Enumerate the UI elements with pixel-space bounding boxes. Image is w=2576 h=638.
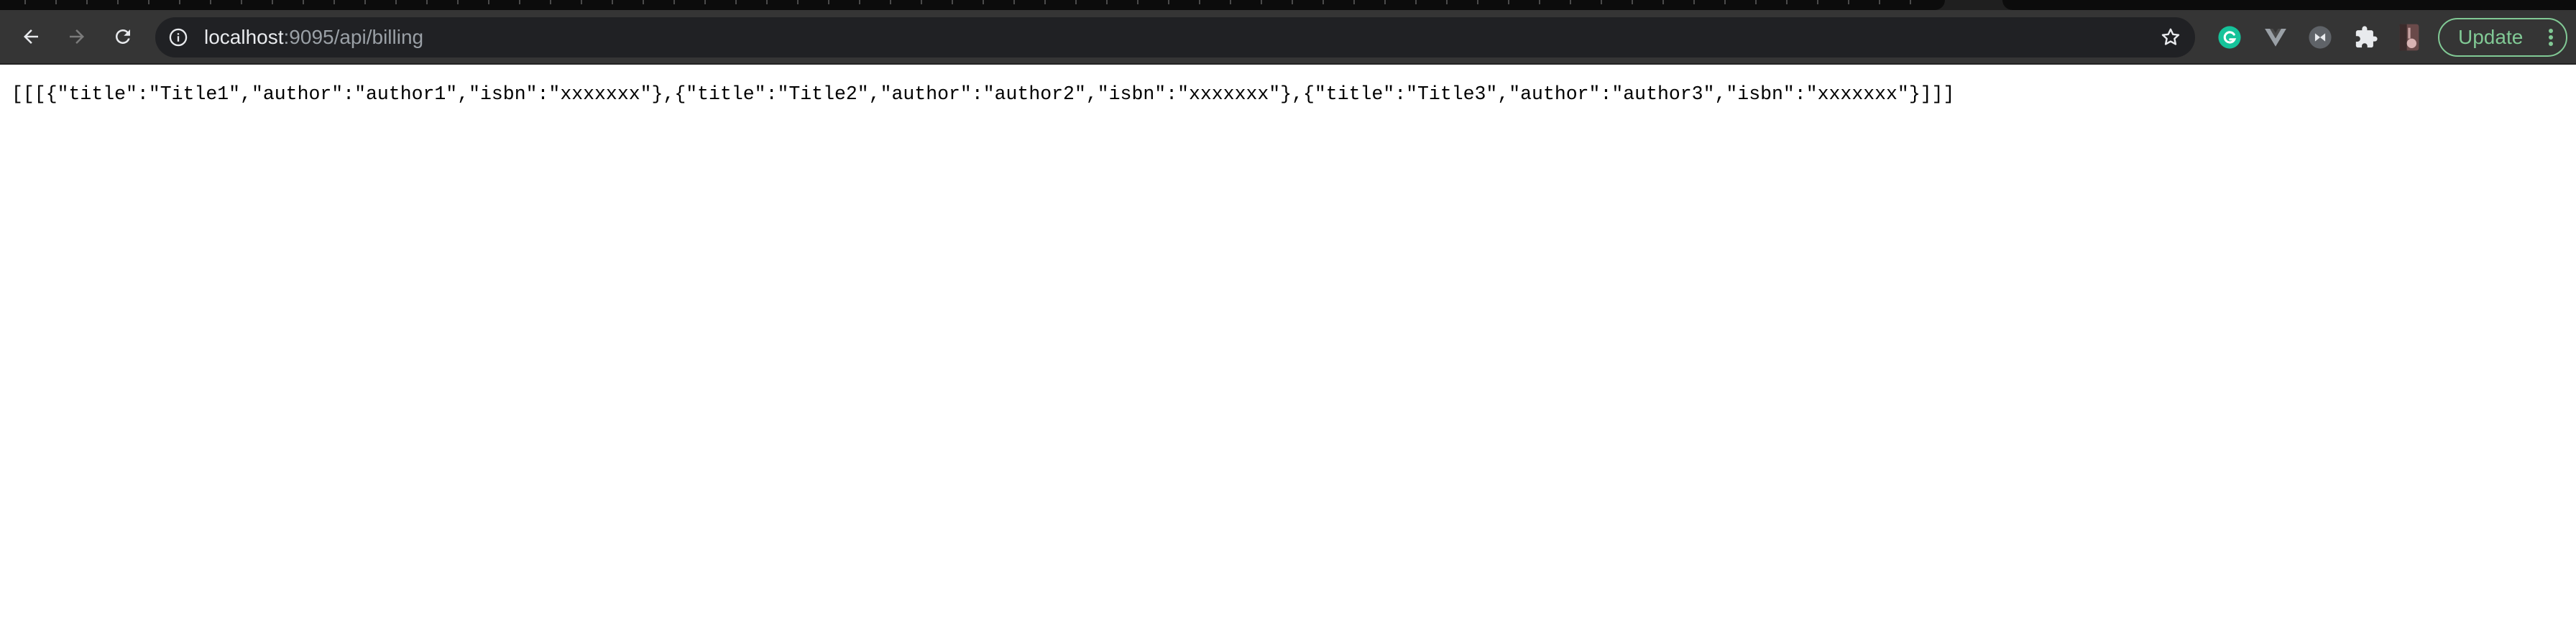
reload-button[interactable] [105, 19, 141, 55]
vue-devtools-extension[interactable] [2261, 23, 2290, 52]
tab-separator [1662, 0, 1664, 4]
address-bar[interactable]: localhost:9095/api/billing [155, 17, 2195, 57]
tab-separator [1910, 0, 1911, 4]
tab-separator [983, 0, 984, 4]
tab-separator [1879, 0, 1880, 4]
tab-separator [272, 0, 273, 4]
tab-separator [859, 0, 860, 4]
tab-separator [1508, 0, 1509, 4]
tab-separator [1013, 0, 1015, 4]
tab-separator [1322, 0, 1324, 4]
grammarly-icon [2218, 26, 2241, 49]
url-path: :9095/api/billing [283, 26, 424, 48]
tab-separator [1446, 0, 1448, 4]
tab-separator [426, 0, 428, 4]
more-menu-icon[interactable] [2549, 29, 2553, 46]
tab-separator [581, 0, 582, 4]
puzzle-icon [2355, 26, 2378, 48]
tab-separator [179, 0, 180, 4]
tab-separator [550, 0, 551, 4]
vue-devtools-icon [2265, 28, 2286, 47]
tab-separator [1415, 0, 1417, 4]
tab-separator [1755, 0, 1757, 4]
tab-separator [364, 0, 366, 4]
tab-separator [1292, 0, 1293, 4]
tab-separator [519, 0, 520, 4]
tab-separator [704, 0, 706, 4]
tab-separator [735, 0, 737, 4]
tab-separator [952, 0, 953, 4]
tab-separator [673, 0, 675, 4]
update-button-label: Update [2458, 26, 2524, 48]
json-response-text: [[[{"title":"Title1","author":"author1",… [12, 83, 1955, 105]
tab-separator [1384, 0, 1386, 4]
tab-separator [797, 0, 799, 4]
site-info-icon[interactable] [168, 27, 188, 47]
update-button[interactable]: Update [2438, 18, 2567, 57]
tab-separator [828, 0, 829, 4]
profile-button[interactable] [2395, 23, 2424, 52]
tab-separator [117, 0, 119, 4]
media-extension[interactable] [2306, 23, 2334, 52]
tab-separator [1817, 0, 1818, 4]
tab-separator [1570, 0, 1571, 4]
tab-separator [1693, 0, 1695, 4]
tab-separator [1632, 0, 1633, 4]
extension-icon [2309, 26, 2332, 49]
tab-separator [921, 0, 922, 4]
tab-separator [148, 0, 150, 4]
tab-separator [24, 0, 26, 4]
tab-separator [210, 0, 211, 4]
tab-separator [1199, 0, 1200, 4]
bookmark-star-icon[interactable] [2159, 26, 2182, 49]
url-text[interactable]: localhost:9095/api/billing [204, 17, 423, 57]
tab-separator [334, 0, 335, 4]
profile-icon [2399, 24, 2419, 51]
tab-separator [612, 0, 613, 4]
browser-toolbar: localhost:9095/api/billing Update [0, 10, 2576, 65]
tab-separator [1075, 0, 1077, 4]
tab-separator [643, 0, 644, 4]
grammarly-extension[interactable] [2215, 23, 2244, 52]
tab-separator [1261, 0, 1262, 4]
extensions-menu-button[interactable] [2352, 23, 2380, 52]
tab-separator [395, 0, 397, 4]
tab-separator [241, 0, 242, 4]
tab-separator [1601, 0, 1602, 4]
tab-separator [488, 0, 489, 4]
tab-separator [1044, 0, 1046, 4]
tab-separator [1786, 0, 1788, 4]
tab-separator [1106, 0, 1108, 4]
tab-separator [890, 0, 891, 4]
tab-separator [1168, 0, 1169, 4]
page-content: [[[{"title":"Title1","author":"author1",… [0, 66, 2576, 638]
tab-separator [1724, 0, 1726, 4]
tab-separator [303, 0, 304, 4]
tab-strip-right [2002, 0, 2576, 10]
url-host: localhost [204, 26, 284, 48]
tab-separator [86, 0, 88, 4]
back-button[interactable] [13, 19, 49, 55]
tab-separator [1230, 0, 1231, 4]
tab-separator [1477, 0, 1478, 4]
tab-separator [766, 0, 768, 4]
tab-separator [55, 0, 57, 4]
tab-separator [1539, 0, 1540, 4]
tab-separator [457, 0, 459, 4]
tab-separator [1353, 0, 1355, 4]
active-tab[interactable] [0, 0, 1945, 10]
reload-icon [116, 29, 130, 44]
back-arrow-icon [24, 29, 38, 44]
forward-arrow-icon [70, 29, 84, 44]
forward-button[interactable] [59, 19, 95, 55]
tab-separator [1848, 0, 1849, 4]
tab-strip [0, 0, 2576, 10]
tab-separator [1137, 0, 1138, 4]
